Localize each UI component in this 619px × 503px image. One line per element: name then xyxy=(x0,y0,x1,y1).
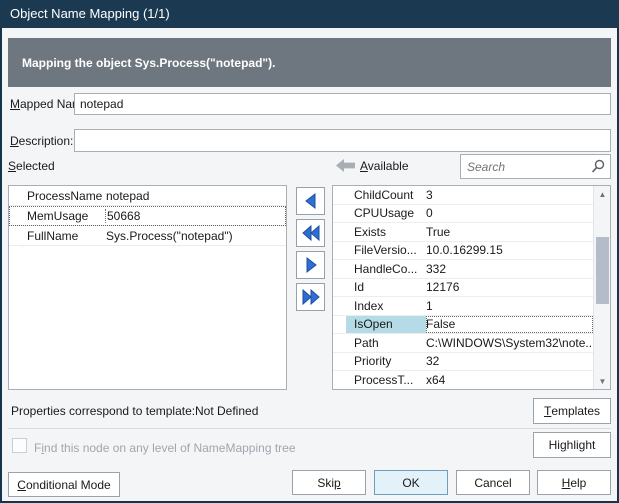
property-value: 32 xyxy=(426,354,593,368)
property-name: HandleCo... xyxy=(346,262,426,276)
find-node-checkbox[interactable] xyxy=(12,438,27,453)
single-left-arrow-icon xyxy=(301,192,321,210)
property-row-cpuusage[interactable]: CPUUsage0 xyxy=(333,205,593,224)
property-row-processt[interactable]: ProcessT...x64 xyxy=(333,371,593,390)
property-name: Exists xyxy=(346,225,426,239)
property-value: 332 xyxy=(426,262,593,276)
object-name-mapping-dialog: Object Name Mapping (1/1) Mapping the ob… xyxy=(0,0,619,503)
window-title: Object Name Mapping (1/1) xyxy=(0,0,619,28)
move-to-available-arrow-icon xyxy=(336,159,355,172)
property-row-priority[interactable]: Priority32 xyxy=(333,353,593,372)
property-name: FullName xyxy=(22,229,106,243)
vertical-scrollbar[interactable]: ▲ ▼ xyxy=(593,186,610,389)
scroll-up-icon[interactable]: ▲ xyxy=(594,186,611,202)
description-input[interactable] xyxy=(74,129,611,152)
mapped-name-input[interactable] xyxy=(74,93,611,115)
property-value: 3 xyxy=(426,188,593,202)
property-value: C:\WINDOWS\System32\note... xyxy=(426,336,593,350)
property-value: 50668 xyxy=(105,209,286,223)
property-name: ProcessT... xyxy=(346,373,426,387)
scroll-down-icon[interactable]: ▼ xyxy=(594,373,611,389)
template-status-label: Properties correspond to template: xyxy=(11,400,195,422)
find-node-checkbox-label: Find this node on any level of NameMappi… xyxy=(34,437,296,459)
conditional-mode-button[interactable]: Conditional Mode xyxy=(8,472,120,497)
property-name: Id xyxy=(346,280,426,294)
move-all-left-button[interactable] xyxy=(296,219,325,247)
property-value: notepad xyxy=(106,189,286,203)
scrollbar-thumb[interactable] xyxy=(596,237,609,304)
templates-button[interactable]: Templates xyxy=(533,398,611,424)
property-row-path[interactable]: PathC:\WINDOWS\System32\note... xyxy=(333,334,593,353)
property-name: MemUsage xyxy=(22,209,106,223)
property-row-id[interactable]: Id12176 xyxy=(333,279,593,298)
property-value: 0 xyxy=(426,206,593,220)
property-value: False xyxy=(426,316,593,334)
move-left-button[interactable] xyxy=(296,187,325,215)
property-name: ChildCount xyxy=(346,188,426,202)
property-name: Index xyxy=(346,299,426,313)
property-name: ProcessName xyxy=(22,189,106,203)
selected-properties-list[interactable]: ProcessNamenotepadMemUsage50668FullNameS… xyxy=(8,185,287,390)
description-label: Description: xyxy=(10,130,73,152)
property-value: True xyxy=(426,225,593,239)
single-right-arrow-icon xyxy=(301,256,321,274)
mapping-header-banner: Mapping the object Sys.Process("notepad"… xyxy=(8,38,611,87)
search-icon xyxy=(591,159,606,174)
move-right-button[interactable] xyxy=(296,251,325,279)
property-row-isopen[interactable]: IsOpenFalse xyxy=(333,316,593,335)
property-name: Path xyxy=(346,336,426,350)
property-row-index[interactable]: Index1 xyxy=(333,297,593,316)
cancel-button[interactable]: Cancel xyxy=(456,470,530,495)
property-row-handleco[interactable]: HandleCo...332 xyxy=(333,260,593,279)
double-right-arrow-icon xyxy=(300,288,322,306)
double-left-arrow-icon xyxy=(300,224,322,242)
property-value: Sys.Process("notepad") xyxy=(106,229,286,243)
highlight-button[interactable]: Highlight xyxy=(533,432,611,458)
available-properties-list[interactable]: ChildCount3CPUUsage0ExistsTrueFileVersio… xyxy=(332,185,611,390)
search-input[interactable] xyxy=(460,154,611,179)
property-value: x64 xyxy=(426,373,593,387)
property-row-processname[interactable]: ProcessNamenotepad xyxy=(9,186,286,206)
property-value: 10.0.16299.15 xyxy=(426,243,593,257)
move-all-right-button[interactable] xyxy=(296,283,325,311)
separator-line xyxy=(8,428,611,429)
property-name: FileVersio... xyxy=(346,243,426,257)
ok-button[interactable]: OK xyxy=(374,470,448,495)
help-button[interactable]: Help xyxy=(537,470,611,495)
available-list-label: Available xyxy=(360,155,409,177)
property-row-fileversio[interactable]: FileVersio...10.0.16299.15 xyxy=(333,242,593,261)
property-row-fullname[interactable]: FullNameSys.Process("notepad") xyxy=(9,226,286,246)
skip-button[interactable]: Skip xyxy=(292,470,366,495)
property-name: Priority xyxy=(346,354,426,368)
template-status-value: Not Defined xyxy=(195,400,258,422)
property-value: 1 xyxy=(426,299,593,313)
property-value: 12176 xyxy=(426,280,593,294)
search-box xyxy=(460,154,611,179)
property-row-childcount[interactable]: ChildCount3 xyxy=(333,186,593,205)
property-row-exists[interactable]: ExistsTrue xyxy=(333,223,593,242)
selected-list-label: Selected xyxy=(8,155,55,177)
property-name: CPUUsage xyxy=(346,206,426,220)
property-row-memusage[interactable]: MemUsage50668 xyxy=(9,206,286,226)
property-name: IsOpen xyxy=(346,316,426,334)
